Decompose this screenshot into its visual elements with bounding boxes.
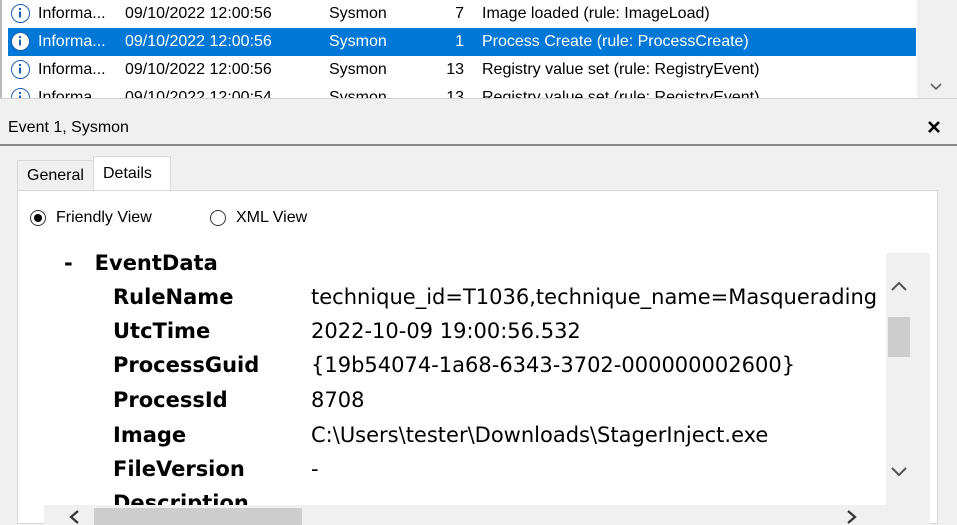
event-data-viewer: - EventData RuleName technique_id=T1036,…	[44, 253, 886, 505]
close-icon	[928, 121, 940, 133]
chevron-right-icon[interactable]	[846, 509, 858, 525]
info-icon	[11, 32, 30, 51]
field-row: FileVersion -	[113, 457, 886, 491]
section-title: EventData	[94, 253, 218, 275]
field-key: Description	[113, 491, 249, 505]
chevron-down-icon[interactable]	[929, 82, 943, 92]
info-icon	[11, 88, 30, 98]
event-task: Registry value set (rule: RegistryEvent)	[482, 89, 760, 98]
field-key: Image	[113, 423, 187, 447]
tab-general[interactable]: General	[17, 160, 95, 190]
radio-selected-icon	[30, 210, 46, 226]
field-row: RuleName technique_id=T1036,technique_na…	[113, 285, 886, 319]
event-list: Informa... 09/10/2022 12:00:56 Sysmon 7 …	[0, 0, 957, 98]
tab-details[interactable]: Details	[93, 156, 171, 190]
event-id: 1	[455, 33, 464, 50]
event-source: Sysmon	[329, 61, 387, 78]
details-tabs: General Details	[0, 146, 957, 191]
event-date: 09/10/2022 12:00:56	[125, 61, 272, 78]
viewer-horizontal-scrollbar[interactable]	[44, 505, 930, 525]
event-level: Informa...	[38, 33, 106, 50]
event-task: Registry value set (rule: RegistryEvent)	[482, 61, 760, 78]
field-value: technique_id=T1036,technique_name=Masque…	[311, 285, 878, 309]
event-task: Image loaded (rule: ImageLoad)	[482, 5, 710, 22]
event-row[interactable]: Informa... 09/10/2022 12:00:56 Sysmon 13…	[8, 56, 916, 84]
field-key: FileVersion	[113, 457, 245, 481]
field-row: Image C:\Users\tester\Downloads\StagerIn…	[113, 423, 886, 457]
friendly-view-radio[interactable]: Friendly View	[30, 209, 152, 227]
field-key: ProcessGuid	[113, 353, 260, 377]
event-source: Sysmon	[329, 89, 387, 98]
field-value: 2022-10-09 19:00:56.532	[311, 319, 581, 343]
event-row[interactable]: Informa... 09/10/2022 12:00:56 Sysmon 7 …	[8, 0, 916, 28]
event-list-scrollbar[interactable]	[917, 0, 957, 98]
field-row: UtcTime 2022-10-09 19:00:56.532	[113, 319, 886, 353]
viewer-vertical-scrollbar[interactable]	[886, 253, 930, 505]
field-value: C:\Users\tester\Downloads\StagerInject.e…	[311, 423, 769, 447]
friendly-view-label: Friendly View	[56, 209, 152, 226]
field-row: Description	[113, 491, 886, 505]
info-icon	[11, 4, 30, 23]
event-level: Informa...	[38, 5, 106, 22]
details-header: Event 1, Sysmon	[0, 110, 957, 146]
field-value: {19b54074-1a68-6343-3702-000000002600}	[311, 353, 796, 377]
event-level: Informa...	[38, 61, 106, 78]
event-date: 09/10/2022 12:00:56	[125, 33, 272, 50]
close-button[interactable]	[923, 116, 945, 138]
vertical-scroll-thumb[interactable]	[888, 317, 910, 357]
event-source: Sysmon	[329, 5, 387, 22]
event-id: 7	[455, 5, 464, 22]
field-value: -	[311, 457, 319, 481]
event-row[interactable]: Informa... 09/10/2022 12:00:54 Sysmon 13…	[8, 84, 916, 98]
event-row-selected[interactable]: Informa... 09/10/2022 12:00:56 Sysmon 1 …	[8, 28, 916, 56]
info-icon	[11, 60, 30, 79]
horizontal-scroll-thumb[interactable]	[94, 508, 302, 525]
details-tab-body: Friendly View XML View - EventData RuleN…	[17, 190, 938, 525]
event-date: 09/10/2022 12:00:56	[125, 5, 272, 22]
field-row: ProcessGuid {19b54074-1a68-6343-3702-000…	[113, 353, 886, 387]
event-level: Informa...	[38, 89, 106, 98]
chevron-left-icon[interactable]	[68, 509, 80, 525]
collapse-toggle[interactable]: -	[64, 253, 73, 275]
event-date: 09/10/2022 12:00:54	[125, 89, 272, 98]
event-source: Sysmon	[329, 33, 387, 50]
field-key: ProcessId	[113, 388, 228, 412]
chevron-down-icon[interactable]	[889, 465, 909, 479]
radio-unselected-icon	[210, 210, 226, 226]
event-data-section[interactable]: - EventData	[64, 253, 218, 275]
event-id: 13	[446, 89, 464, 98]
xml-view-label: XML View	[236, 209, 308, 226]
event-task: Process Create (rule: ProcessCreate)	[482, 33, 749, 50]
field-row: ProcessId 8708	[113, 388, 886, 422]
xml-view-radio[interactable]: XML View	[210, 209, 307, 227]
field-key: UtcTime	[113, 319, 211, 343]
event-id: 13	[446, 61, 464, 78]
chevron-up-icon[interactable]	[889, 279, 909, 293]
field-value: 8708	[311, 388, 365, 412]
details-title: Event 1, Sysmon	[8, 119, 129, 136]
field-key: RuleName	[113, 285, 234, 309]
